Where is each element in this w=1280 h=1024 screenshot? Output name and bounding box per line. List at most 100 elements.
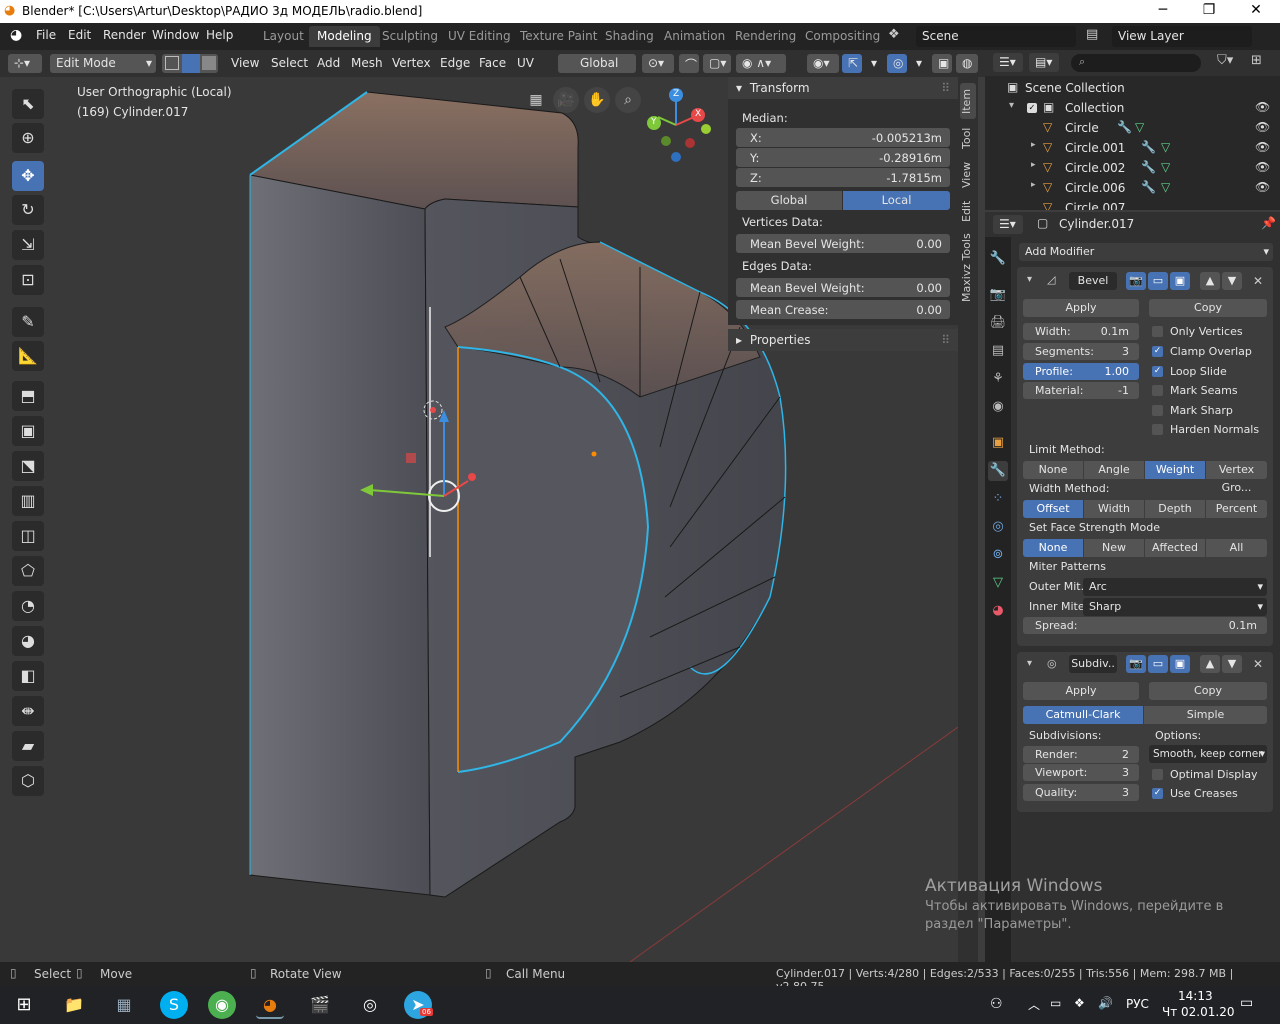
menu-render[interactable]: Render xyxy=(103,28,146,42)
outliner-item[interactable]: ▽ Circle.007 xyxy=(985,198,1280,210)
local-toggle[interactable]: Local xyxy=(843,191,950,210)
face-select-icon[interactable] xyxy=(202,56,216,70)
tab-item[interactable]: Item xyxy=(960,83,976,119)
menu-select[interactable]: Select xyxy=(271,56,308,70)
menu-mesh[interactable]: Mesh xyxy=(351,56,383,70)
mesh-data-icon[interactable]: ▽ xyxy=(1161,180,1170,194)
bevel-copy-button[interactable]: Copy xyxy=(1149,299,1267,317)
harden-normals-checkbox[interactable] xyxy=(1152,424,1163,435)
editmode-toggle-icon[interactable]: ▣ xyxy=(1170,655,1190,673)
chrome-icon[interactable]: ◉ xyxy=(208,991,236,1019)
modifier-wrench-icon[interactable]: 🔧 xyxy=(1141,180,1156,194)
bevel-name-field[interactable]: Bevel xyxy=(1069,272,1117,290)
menu-edge[interactable]: Edge xyxy=(440,56,470,70)
visibility-eye-icon[interactable]: 👁 xyxy=(1255,140,1270,154)
menu-add[interactable]: Add xyxy=(317,56,340,70)
tab-tool[interactable]: Tool xyxy=(960,123,976,153)
collapse-arrow-icon[interactable]: ▾ xyxy=(1027,658,1032,669)
menu-edit[interactable]: Edit xyxy=(68,28,91,42)
rotate-tool-icon[interactable]: ↻ xyxy=(12,195,44,225)
gizmo-toggle-icon[interactable]: ⇱ xyxy=(842,54,862,73)
expand-arrow-icon[interactable]: ▸ xyxy=(1031,140,1036,150)
spread-field[interactable]: Spread: 0.1m xyxy=(1023,617,1267,634)
windows-start-icon[interactable]: ⊞ xyxy=(10,991,38,1019)
outliner-item[interactable]: ▸ ▽ Circle.006 🔧 ▽ 👁 xyxy=(985,178,1280,198)
add-modifier-dropdown[interactable]: Add Modifier ▾ xyxy=(1019,243,1273,261)
navigation-gizmo[interactable]: Z X Y xyxy=(636,87,716,167)
particles-tab-icon[interactable]: ⁘ xyxy=(988,489,1008,509)
visibility-eye-icon[interactable]: 👁 xyxy=(1255,160,1270,174)
tray-arrow-icon[interactable]: ︿ xyxy=(1028,996,1040,1013)
tab-compositing[interactable]: Compositing xyxy=(797,26,888,47)
select-box-tool-icon[interactable]: ⬉ xyxy=(12,89,44,119)
limit-weight-button[interactable]: Weight xyxy=(1145,461,1205,479)
mesh-data-tab-icon[interactable]: ▽ xyxy=(988,573,1008,593)
vertex-bevel-weight-field[interactable]: Mean Bevel Weight: 0.00 xyxy=(736,234,950,253)
mark-seams-checkbox[interactable] xyxy=(1152,385,1163,396)
editor-type-button[interactable]: ⊹▾ xyxy=(8,54,42,73)
grid-toggle-icon[interactable]: ▦ xyxy=(523,87,549,113)
world-tab-icon[interactable]: ◉ xyxy=(988,397,1008,417)
pan-hand-icon[interactable]: ✋ xyxy=(584,87,610,113)
calculator-icon[interactable]: ▦ xyxy=(110,991,138,1019)
fs-affected-button[interactable]: Affected xyxy=(1145,539,1205,557)
menu-face[interactable]: Face xyxy=(479,56,506,70)
outer-miter-dropdown[interactable]: Arc ▾ xyxy=(1083,578,1267,596)
global-toggle[interactable]: Global xyxy=(736,191,842,210)
tab-uv-editing[interactable]: UV Editing xyxy=(440,26,519,47)
menu-file[interactable]: File xyxy=(36,28,56,42)
minimize-button[interactable]: ─ xyxy=(1140,2,1186,18)
uv-smooth-dropdown[interactable]: Smooth, keep corner ▾ xyxy=(1149,745,1267,763)
people-icon[interactable]: ⚇ xyxy=(990,996,1003,1012)
mode-selector[interactable]: Edit Mode ▾ xyxy=(50,54,156,73)
visibility-eye-icon[interactable]: 👁 xyxy=(1255,100,1270,114)
tab-sculpting[interactable]: Sculpting xyxy=(374,26,446,47)
tab-texture-paint[interactable]: Texture Paint xyxy=(512,26,605,47)
scene-selector[interactable]: Scene xyxy=(916,26,1076,47)
viewport-levels-field[interactable]: Viewport: 3 xyxy=(1023,764,1139,781)
view-layer-selector[interactable]: View Layer xyxy=(1112,26,1252,47)
mesh-data-icon[interactable]: ▽ xyxy=(1161,160,1170,174)
remove-modifier-icon[interactable]: ✕ xyxy=(1253,274,1263,288)
outliner-editor-type-icon[interactable]: ☰▾ xyxy=(993,53,1023,72)
mean-crease-field[interactable]: Mean Crease: 0.00 xyxy=(736,300,950,319)
xray-toggle-icon[interactable]: ▣ xyxy=(932,54,952,73)
rip-region-tool-icon[interactable]: ⬡ xyxy=(12,766,44,796)
file-explorer-icon[interactable]: 📁 xyxy=(60,991,88,1019)
view-layer-tab-icon[interactable]: ▤ xyxy=(988,341,1008,361)
render-toggle-icon[interactable]: 📷 xyxy=(1126,272,1146,290)
subsurf-apply-button[interactable]: Apply xyxy=(1023,682,1139,700)
filter-icon[interactable]: ⛉▾ xyxy=(1217,53,1233,68)
wm-width-button[interactable]: Width xyxy=(1084,500,1144,518)
modifier-wrench-icon[interactable]: 🔧 xyxy=(1141,160,1156,174)
use-creases-checkbox[interactable]: ✓ xyxy=(1152,788,1163,799)
menu-help[interactable]: Help xyxy=(206,28,233,42)
smooth-tool-icon[interactable]: ◕ xyxy=(12,626,44,656)
median-z-field[interactable]: Z: -1.7815m xyxy=(736,168,950,187)
subsurf-name-field[interactable]: Subdiv.. xyxy=(1069,655,1117,673)
poly-build-tool-icon[interactable]: ⬠ xyxy=(12,556,44,586)
properties-editor-type-icon[interactable]: ☰▾ xyxy=(993,215,1023,234)
bevel-material-field[interactable]: Material: -1 xyxy=(1023,382,1139,399)
tab-view[interactable]: View xyxy=(960,159,976,191)
edge-select-icon[interactable] xyxy=(182,54,200,73)
view-layer-icon[interactable]: ▤ xyxy=(1086,27,1098,42)
expand-arrow-icon[interactable]: ▸ xyxy=(1031,160,1036,170)
edge-slide-tool-icon[interactable]: ◧ xyxy=(12,661,44,691)
display-mode-icon[interactable]: ▤▾ xyxy=(1029,53,1059,72)
notifications-icon[interactable]: ▭ xyxy=(1240,995,1253,1011)
shading-solid-icon[interactable]: ◍ xyxy=(956,54,978,73)
visibility-eye-icon[interactable]: 👁 xyxy=(1255,180,1270,194)
drag-handle-icon[interactable]: ⠿ xyxy=(941,81,950,95)
tab-shading[interactable]: Shading xyxy=(597,26,662,47)
annotate-tool-icon[interactable]: ✎ xyxy=(12,307,44,337)
outliner-scene-collection[interactable]: ▣ Scene Collection xyxy=(985,78,1280,98)
fs-all-button[interactable]: All xyxy=(1206,539,1267,557)
median-x-field[interactable]: X: -0.005213m xyxy=(736,128,950,147)
visibility-eye-icon[interactable]: 👁 xyxy=(1255,120,1270,134)
clock-time[interactable]: 14:13 xyxy=(1178,989,1213,1003)
outliner-item[interactable]: ▽ Circle 🔧 ▽ 👁 xyxy=(985,118,1280,138)
pin-icon[interactable]: 📌 xyxy=(1261,216,1276,230)
collapse-arrow-icon[interactable]: ▾ xyxy=(1009,100,1014,111)
transform-panel-header[interactable]: ▾ Transform ⠿ xyxy=(728,77,958,99)
